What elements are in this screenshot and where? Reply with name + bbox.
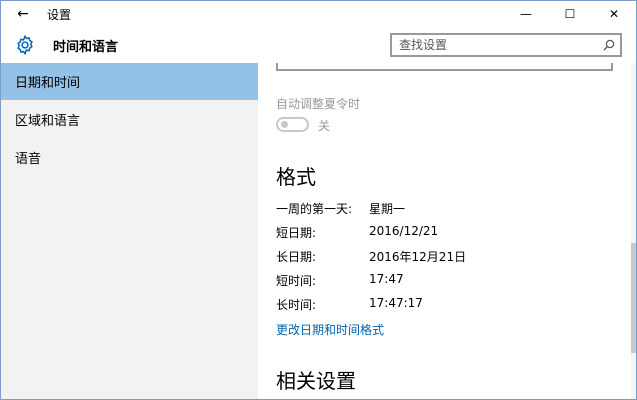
- maximize-icon: ☐: [564, 7, 576, 21]
- scrollbar-thumb[interactable]: [631, 243, 636, 353]
- page-title: 时间和语言: [53, 40, 119, 55]
- format-value: 2016年12月21日: [369, 250, 467, 264]
- settings-window: ← 设置 — ☐ ✕ 时间和语言 查找设置 日期和时间 区域和语言 语音 自动调…: [0, 0, 637, 400]
- format-value: 17:47: [369, 272, 404, 286]
- dst-toggle[interactable]: [276, 117, 309, 132]
- format-label: 长日期:: [276, 250, 317, 264]
- format-section-title: 格式: [276, 165, 316, 189]
- search-box[interactable]: [390, 33, 622, 57]
- sidebar-item-speech[interactable]: 语音: [1, 139, 258, 176]
- search-icon[interactable]: [598, 39, 620, 51]
- close-icon: ✕: [608, 7, 620, 21]
- timezone-dropdown[interactable]: [276, 63, 613, 71]
- scrollbar[interactable]: [631, 63, 636, 399]
- sidebar-item-label: 日期和时间: [15, 76, 81, 91]
- sidebar-item-region-language[interactable]: 区域和语言: [1, 101, 258, 138]
- page-header: 时间和语言: [1, 27, 636, 63]
- format-value: 17:47:17: [369, 296, 423, 310]
- format-label: 长时间:: [276, 298, 317, 312]
- app-title: 设置: [47, 7, 72, 22]
- format-label: 短时间:: [276, 274, 317, 288]
- back-button[interactable]: ←: [1, 1, 45, 27]
- window-controls: — ☐ ✕: [504, 1, 636, 27]
- minimize-button[interactable]: —: [504, 1, 548, 27]
- sidebar-item-date-time[interactable]: 日期和时间: [1, 63, 258, 100]
- toggle-knob: [281, 121, 288, 128]
- search-input[interactable]: [399, 36, 598, 54]
- maximize-button[interactable]: ☐: [548, 1, 592, 27]
- gear-icon: [13, 33, 37, 57]
- format-label: 一周的第一天:: [276, 202, 353, 216]
- dst-label: 自动调整夏令时: [276, 97, 361, 111]
- format-label: 短日期:: [276, 226, 317, 240]
- minimize-icon: —: [520, 7, 532, 21]
- dst-toggle-state: 关: [318, 119, 331, 133]
- format-value: 2016/12/21: [369, 224, 439, 238]
- back-arrow-icon: ←: [17, 6, 29, 22]
- content-pane: 自动调整夏令时 关 格式 一周的第一天: 星期一 短日期: 2016/12/21…: [258, 63, 636, 399]
- related-settings-title: 相关设置: [276, 369, 356, 393]
- title-bar: ← 设置 — ☐ ✕: [1, 1, 636, 27]
- close-button[interactable]: ✕: [592, 1, 636, 27]
- sidebar-item-label: 语音: [15, 152, 42, 167]
- change-format-link[interactable]: 更改日期和时间格式: [276, 321, 384, 338]
- sidebar-item-label: 区域和语言: [15, 114, 81, 129]
- sidebar: 日期和时间 区域和语言 语音: [1, 63, 258, 399]
- format-value: 星期一: [369, 202, 406, 216]
